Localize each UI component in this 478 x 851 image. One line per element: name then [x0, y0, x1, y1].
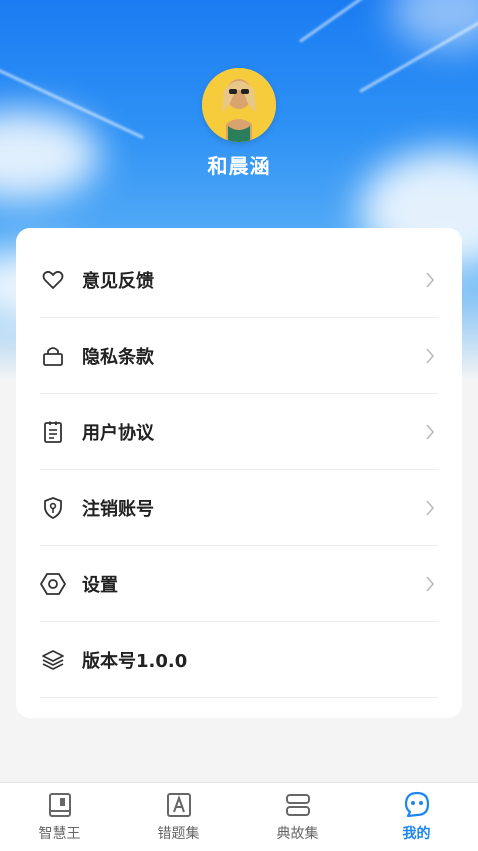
book-icon: [46, 791, 74, 819]
tab-label: 错题集: [157, 826, 200, 842]
menu-item-settings[interactable]: 设置: [40, 546, 438, 622]
chevron-right-icon: [422, 270, 438, 290]
hexagon-settings-icon: [40, 571, 66, 597]
chevron-right-icon: [422, 574, 438, 594]
letter-a-icon: [165, 791, 193, 819]
tab-label: 我的: [402, 826, 431, 842]
heart-icon: [40, 267, 66, 293]
avatar[interactable]: [202, 68, 276, 142]
menu-card: 意见反馈 隐私条款 用户协议 注销账号 设置 版本号1.0.0: [16, 228, 462, 718]
tab-zhihuiwang[interactable]: 智慧王: [0, 783, 119, 851]
shield-key-icon: [40, 495, 66, 521]
smiley-bubble-icon: [403, 791, 431, 819]
menu-item-user-agreement[interactable]: 用户协议: [40, 394, 438, 470]
menu-item-delete-account[interactable]: 注销账号: [40, 470, 438, 546]
menu-item-label: 注销账号: [82, 498, 154, 520]
document-icon: [40, 419, 66, 445]
bottom-tab-bar: 智慧王 错题集 典故集 我的: [0, 782, 478, 851]
menu-item-label: 隐私条款: [82, 346, 154, 368]
menu-item-label: 设置: [82, 574, 118, 596]
chevron-right-icon: [422, 346, 438, 366]
username: 和晨涵: [207, 154, 271, 178]
chevron-right-icon: [422, 498, 438, 518]
tab-diangu[interactable]: 典故集: [238, 783, 357, 851]
chevron-right-icon: [422, 422, 438, 442]
menu-item-privacy[interactable]: 隐私条款: [40, 318, 438, 394]
menu-item-label: 意见反馈: [82, 270, 154, 292]
layers-icon: [40, 647, 66, 673]
menu-item-label: 用户协议: [82, 422, 154, 444]
menu-item-version: 版本号1.0.0: [40, 622, 438, 698]
version-label: 版本号1.0.0: [82, 650, 188, 672]
menu-item-feedback[interactable]: 意见反馈: [40, 242, 438, 318]
stack-icon: [284, 791, 312, 819]
tab-label: 典故集: [276, 826, 319, 842]
tab-label: 智慧王: [38, 826, 81, 842]
lock-icon: [40, 343, 66, 369]
tab-cuotiji[interactable]: 错题集: [119, 783, 238, 851]
tab-mine[interactable]: 我的: [357, 783, 476, 851]
